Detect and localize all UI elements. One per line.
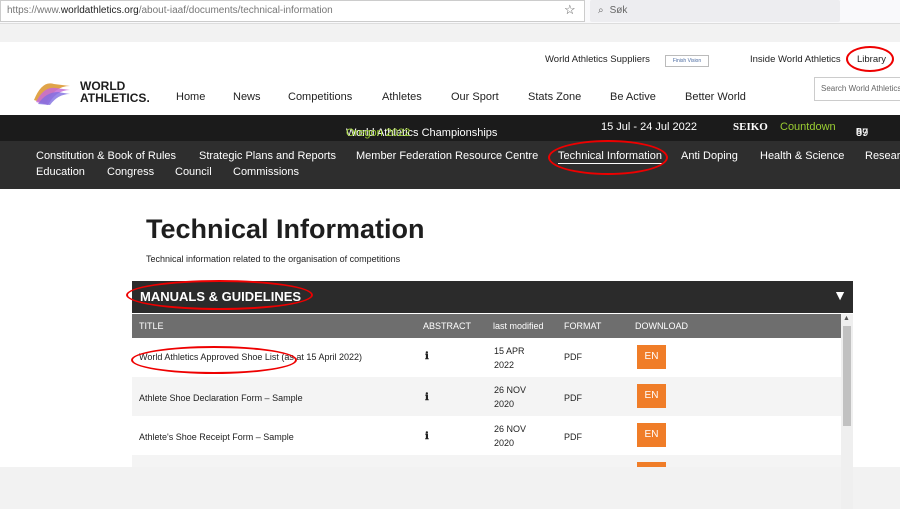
row-modified-year: 2022 [494,360,515,370]
page-title: Technical Information [146,214,425,244]
bookmark-star-icon[interactable]: ☆ [564,2,576,18]
nav-our-sport[interactable]: Our Sport [451,91,499,103]
browser-search-placeholder: Søk [609,5,628,16]
col-format: FORMAT [564,321,602,331]
nav-athletes[interactable]: Athletes [382,91,422,103]
page-description: Technical information related to the org… [146,254,401,264]
info-icon[interactable]: ℹ [425,351,429,362]
section-title: MANUALS & GUIDELINES [140,289,302,304]
nav-be-active[interactable]: Be Active [610,91,656,103]
url-path: /about-iaaf/documents/technical-informat… [138,5,333,16]
nav-news[interactable]: News [233,91,261,103]
top-utility-bar: World Athletics Suppliers Finish Vision … [0,42,900,74]
row-modified-date: 26 NOV [494,385,527,395]
col-abstract: ABSTRACT [423,321,472,331]
nav-stats-zone[interactable]: Stats Zone [528,91,581,103]
search-icon: ⌕ [598,5,604,16]
chevron-down-icon[interactable]: ▼ [833,287,847,303]
table-scrollbar[interactable]: ▲ [841,314,853,509]
nav-competitions[interactable]: Competitions [288,91,352,103]
site-search-input[interactable]: Search World Athletics [814,77,900,101]
championship-banner[interactable]: World Athletics Championships Oregon 202… [0,115,900,141]
subnav-anti-doping[interactable]: Anti Doping [681,150,738,162]
nav-better-world[interactable]: Better World [685,91,746,103]
table-row: EN [132,455,841,467]
row-title[interactable]: Athlete Shoe Declaration Form – Sample [139,393,303,403]
championship-dates: 15 Jul - 24 Jul 2022 [601,121,698,133]
row-modified-year: 2020 [494,438,515,448]
subnav-constitution[interactable]: Constitution & Book of Rules [36,150,176,162]
subnav-council[interactable]: Council [175,166,212,178]
col-download: DOWNLOAD [635,321,689,331]
url-domain: worldathletics.org [60,5,139,16]
download-en-button[interactable]: EN [637,384,666,408]
subnav-commissions[interactable]: Commissions [233,166,299,178]
subnav-health-science[interactable]: Health & Science [760,150,844,162]
url-bar[interactable]: https://www.worldathletics.org/about-iaa… [0,0,585,22]
url-prefix: https://www. [7,5,61,16]
seiko-logo: SEIKO [733,121,768,133]
logo-line-2: ATHLETICS. [80,91,150,105]
info-icon[interactable]: ℹ [425,392,429,403]
row-modified-year: 2020 [494,399,515,409]
inside-world-athletics-link[interactable]: Inside World Athletics [750,54,841,65]
browser-toolbar: https://www.worldathletics.org/about-iaa… [0,0,900,24]
supplier-logo[interactable]: Finish Vision [665,55,709,67]
subnav-congress[interactable]: Congress [107,166,154,178]
browser-search-field[interactable]: ⌕ Søk [590,0,840,22]
table-row: Athlete Shoe Declaration Form – Sample ℹ… [132,377,841,416]
download-en-button[interactable]: EN [637,345,666,369]
manuals-section-header[interactable]: MANUALS & GUIDELINES ▼ [132,281,853,313]
section-subnav: Constitution & Book of Rules Strategic P… [0,141,900,189]
scrollbar-thumb[interactable] [843,326,851,426]
scroll-up-icon[interactable]: ▲ [843,315,850,322]
countdown-label: Countdown [780,121,836,133]
table-row: Athlete's Shoe Receipt Form – Sample ℹ 2… [132,416,841,455]
page: World Athletics Suppliers Finish Vision … [0,42,900,509]
download-en-button[interactable]: EN [637,423,666,447]
world-athletics-logo[interactable]: WORLD ATHLETICS. [32,78,152,106]
info-icon[interactable]: ℹ [425,431,429,442]
countdown-hours-unit: H [856,127,862,136]
col-last-modified: last modified [493,321,544,331]
col-title: TITLE [139,321,164,331]
table-row: World Athletics Approved Shoe List (as a… [132,338,841,377]
row-format: PDF [564,393,582,403]
download-en-button[interactable]: EN [637,462,666,467]
subnav-technical-information[interactable]: Technical Information [558,150,662,164]
row-modified-date: 15 APR [494,346,525,356]
logo-mark-icon [34,83,70,105]
subnav-strategic-plans[interactable]: Strategic Plans and Reports [199,150,336,162]
championship-place: Oregon 2022 [346,127,411,139]
subnav-research[interactable]: Resear [865,150,900,162]
row-title[interactable]: World Athletics Approved Shoe List (as a… [139,352,362,362]
row-format: PDF [564,352,582,362]
table-header: TITLE ABSTRACT last modified FORMAT DOWN… [132,314,841,338]
subnav-member-federation[interactable]: Member Federation Resource Centre [356,150,538,162]
subnav-education[interactable]: Education [36,166,85,178]
row-title[interactable]: Athlete's Shoe Receipt Form – Sample [139,432,294,442]
suppliers-link[interactable]: World Athletics Suppliers [545,54,650,65]
row-modified-date: 26 NOV [494,424,527,434]
row-format: PDF [564,432,582,442]
nav-home[interactable]: Home [176,91,205,103]
library-link[interactable]: Library [857,54,886,65]
